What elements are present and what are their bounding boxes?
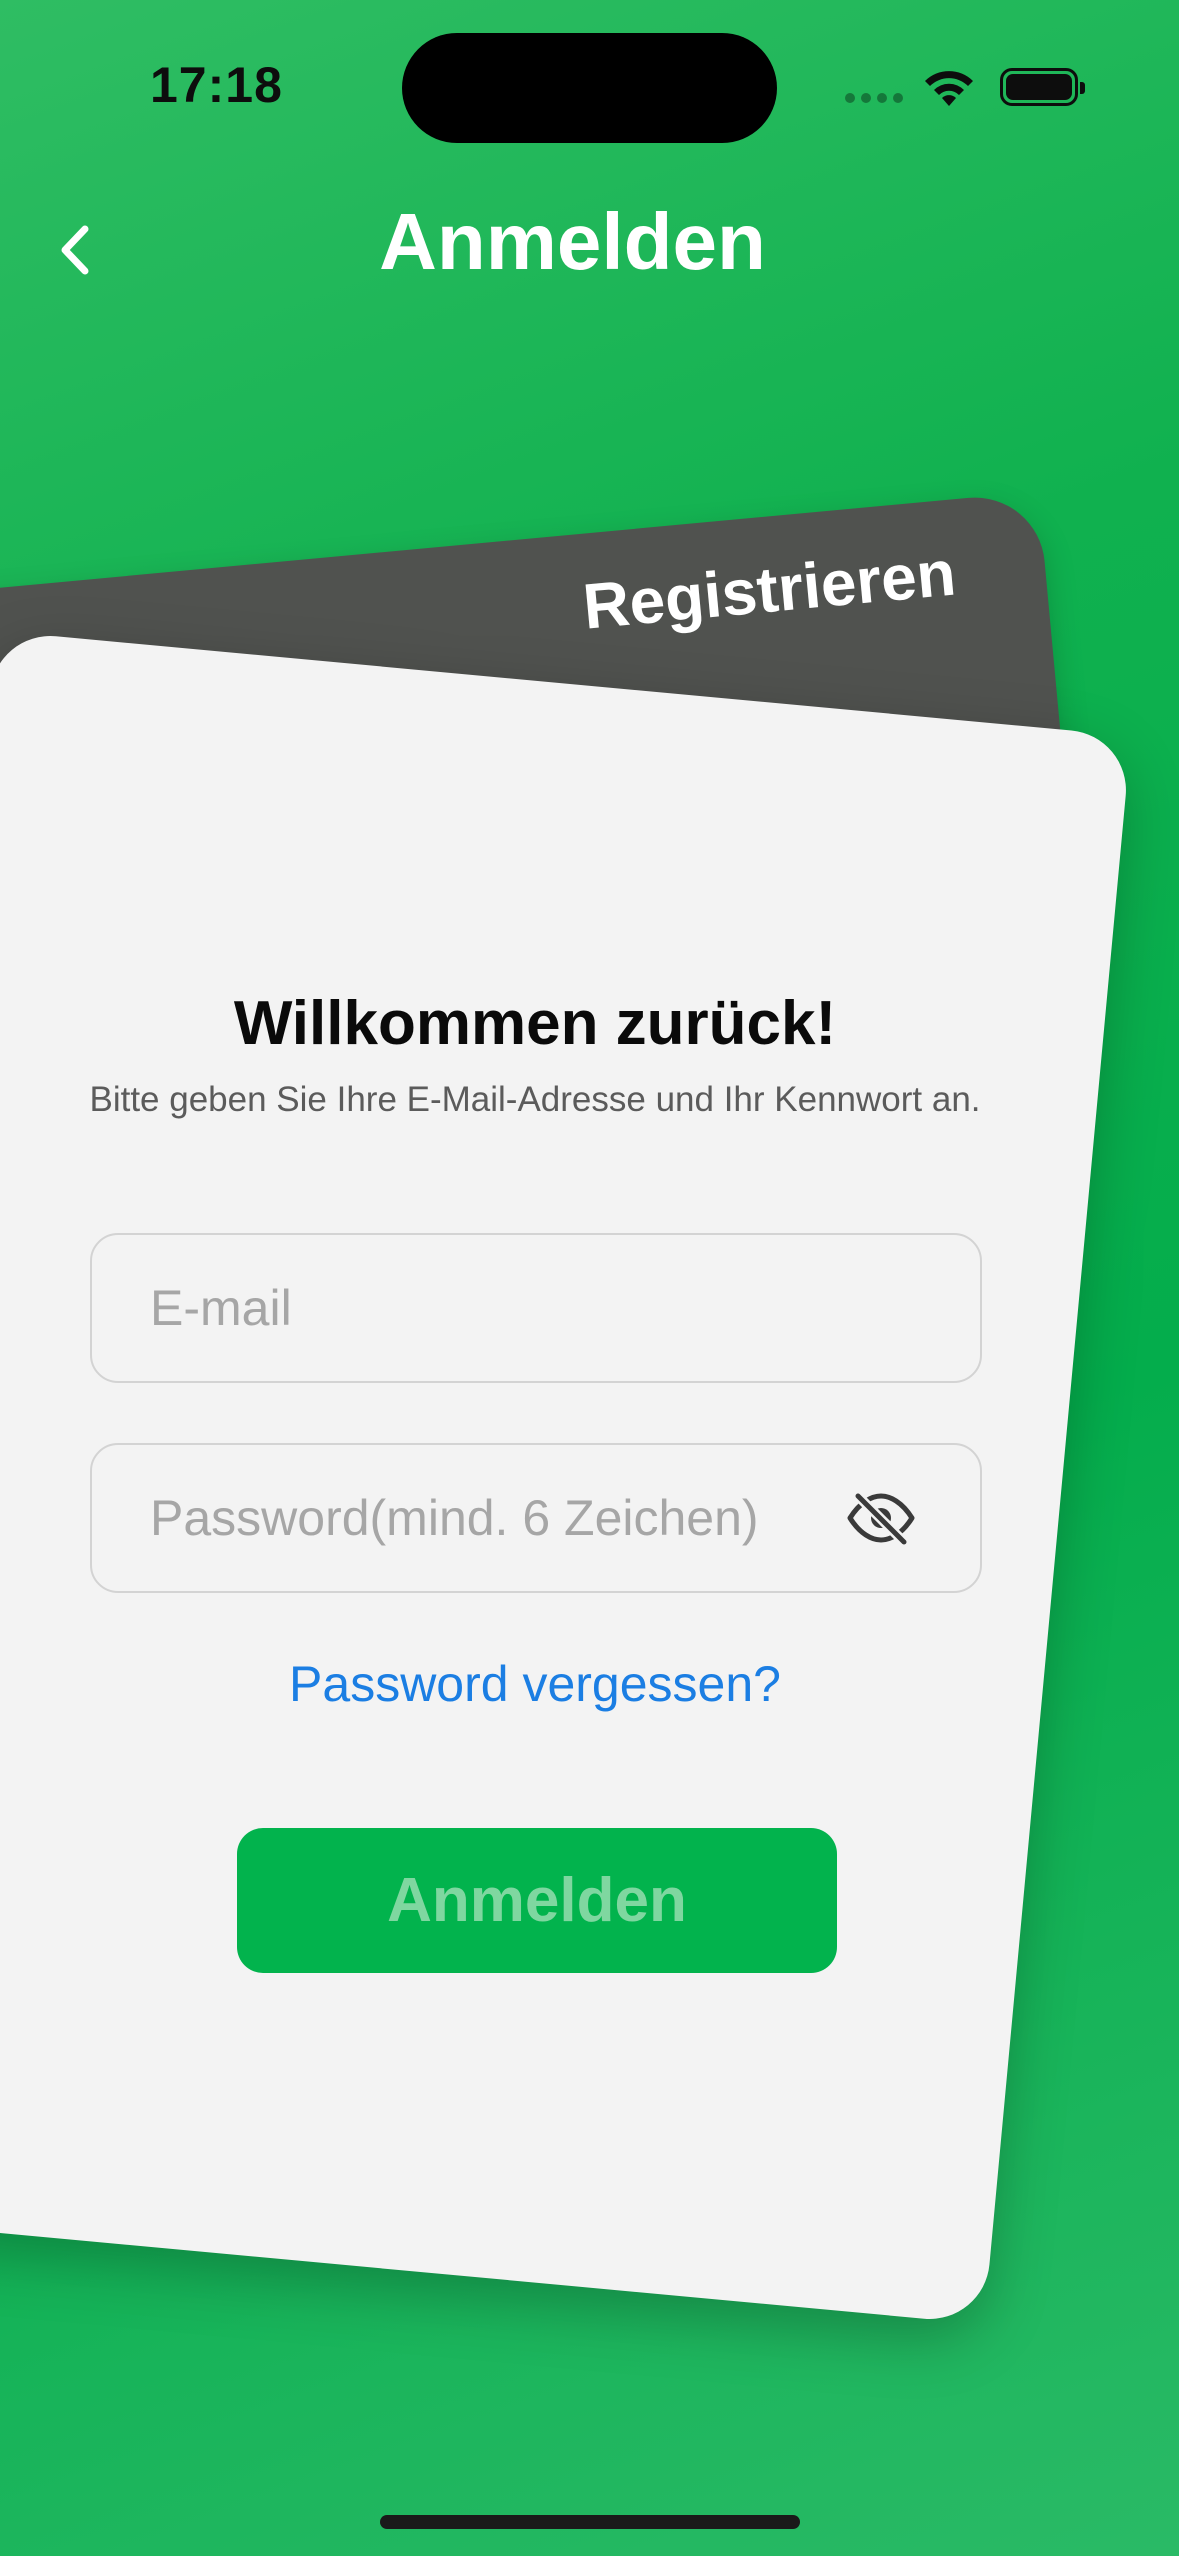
cellular-signal-icon xyxy=(845,93,903,103)
login-button[interactable]: Anmelden xyxy=(237,1828,837,1973)
password-field[interactable] xyxy=(90,1443,982,1593)
page-title: Anmelden xyxy=(379,197,766,286)
email-input[interactable] xyxy=(92,1279,980,1337)
home-indicator xyxy=(380,2515,800,2529)
welcome-title: Willkommen zurück! xyxy=(233,989,837,1058)
battery-icon xyxy=(1000,68,1085,106)
wifi-icon xyxy=(925,71,973,106)
email-field[interactable] xyxy=(90,1233,982,1383)
dynamic-island xyxy=(402,33,777,143)
tab-register[interactable]: Registrieren xyxy=(580,536,959,644)
status-time: 17:18 xyxy=(150,57,283,113)
welcome-subtitle: Bitte geben Sie Ihre E-Mail-Adresse und … xyxy=(89,1080,981,1119)
eye-slash-icon[interactable] xyxy=(844,1490,918,1546)
forgot-password-link[interactable]: Password vergessen? xyxy=(0,1655,1070,1713)
status-bar: 17:18 xyxy=(0,0,1179,170)
